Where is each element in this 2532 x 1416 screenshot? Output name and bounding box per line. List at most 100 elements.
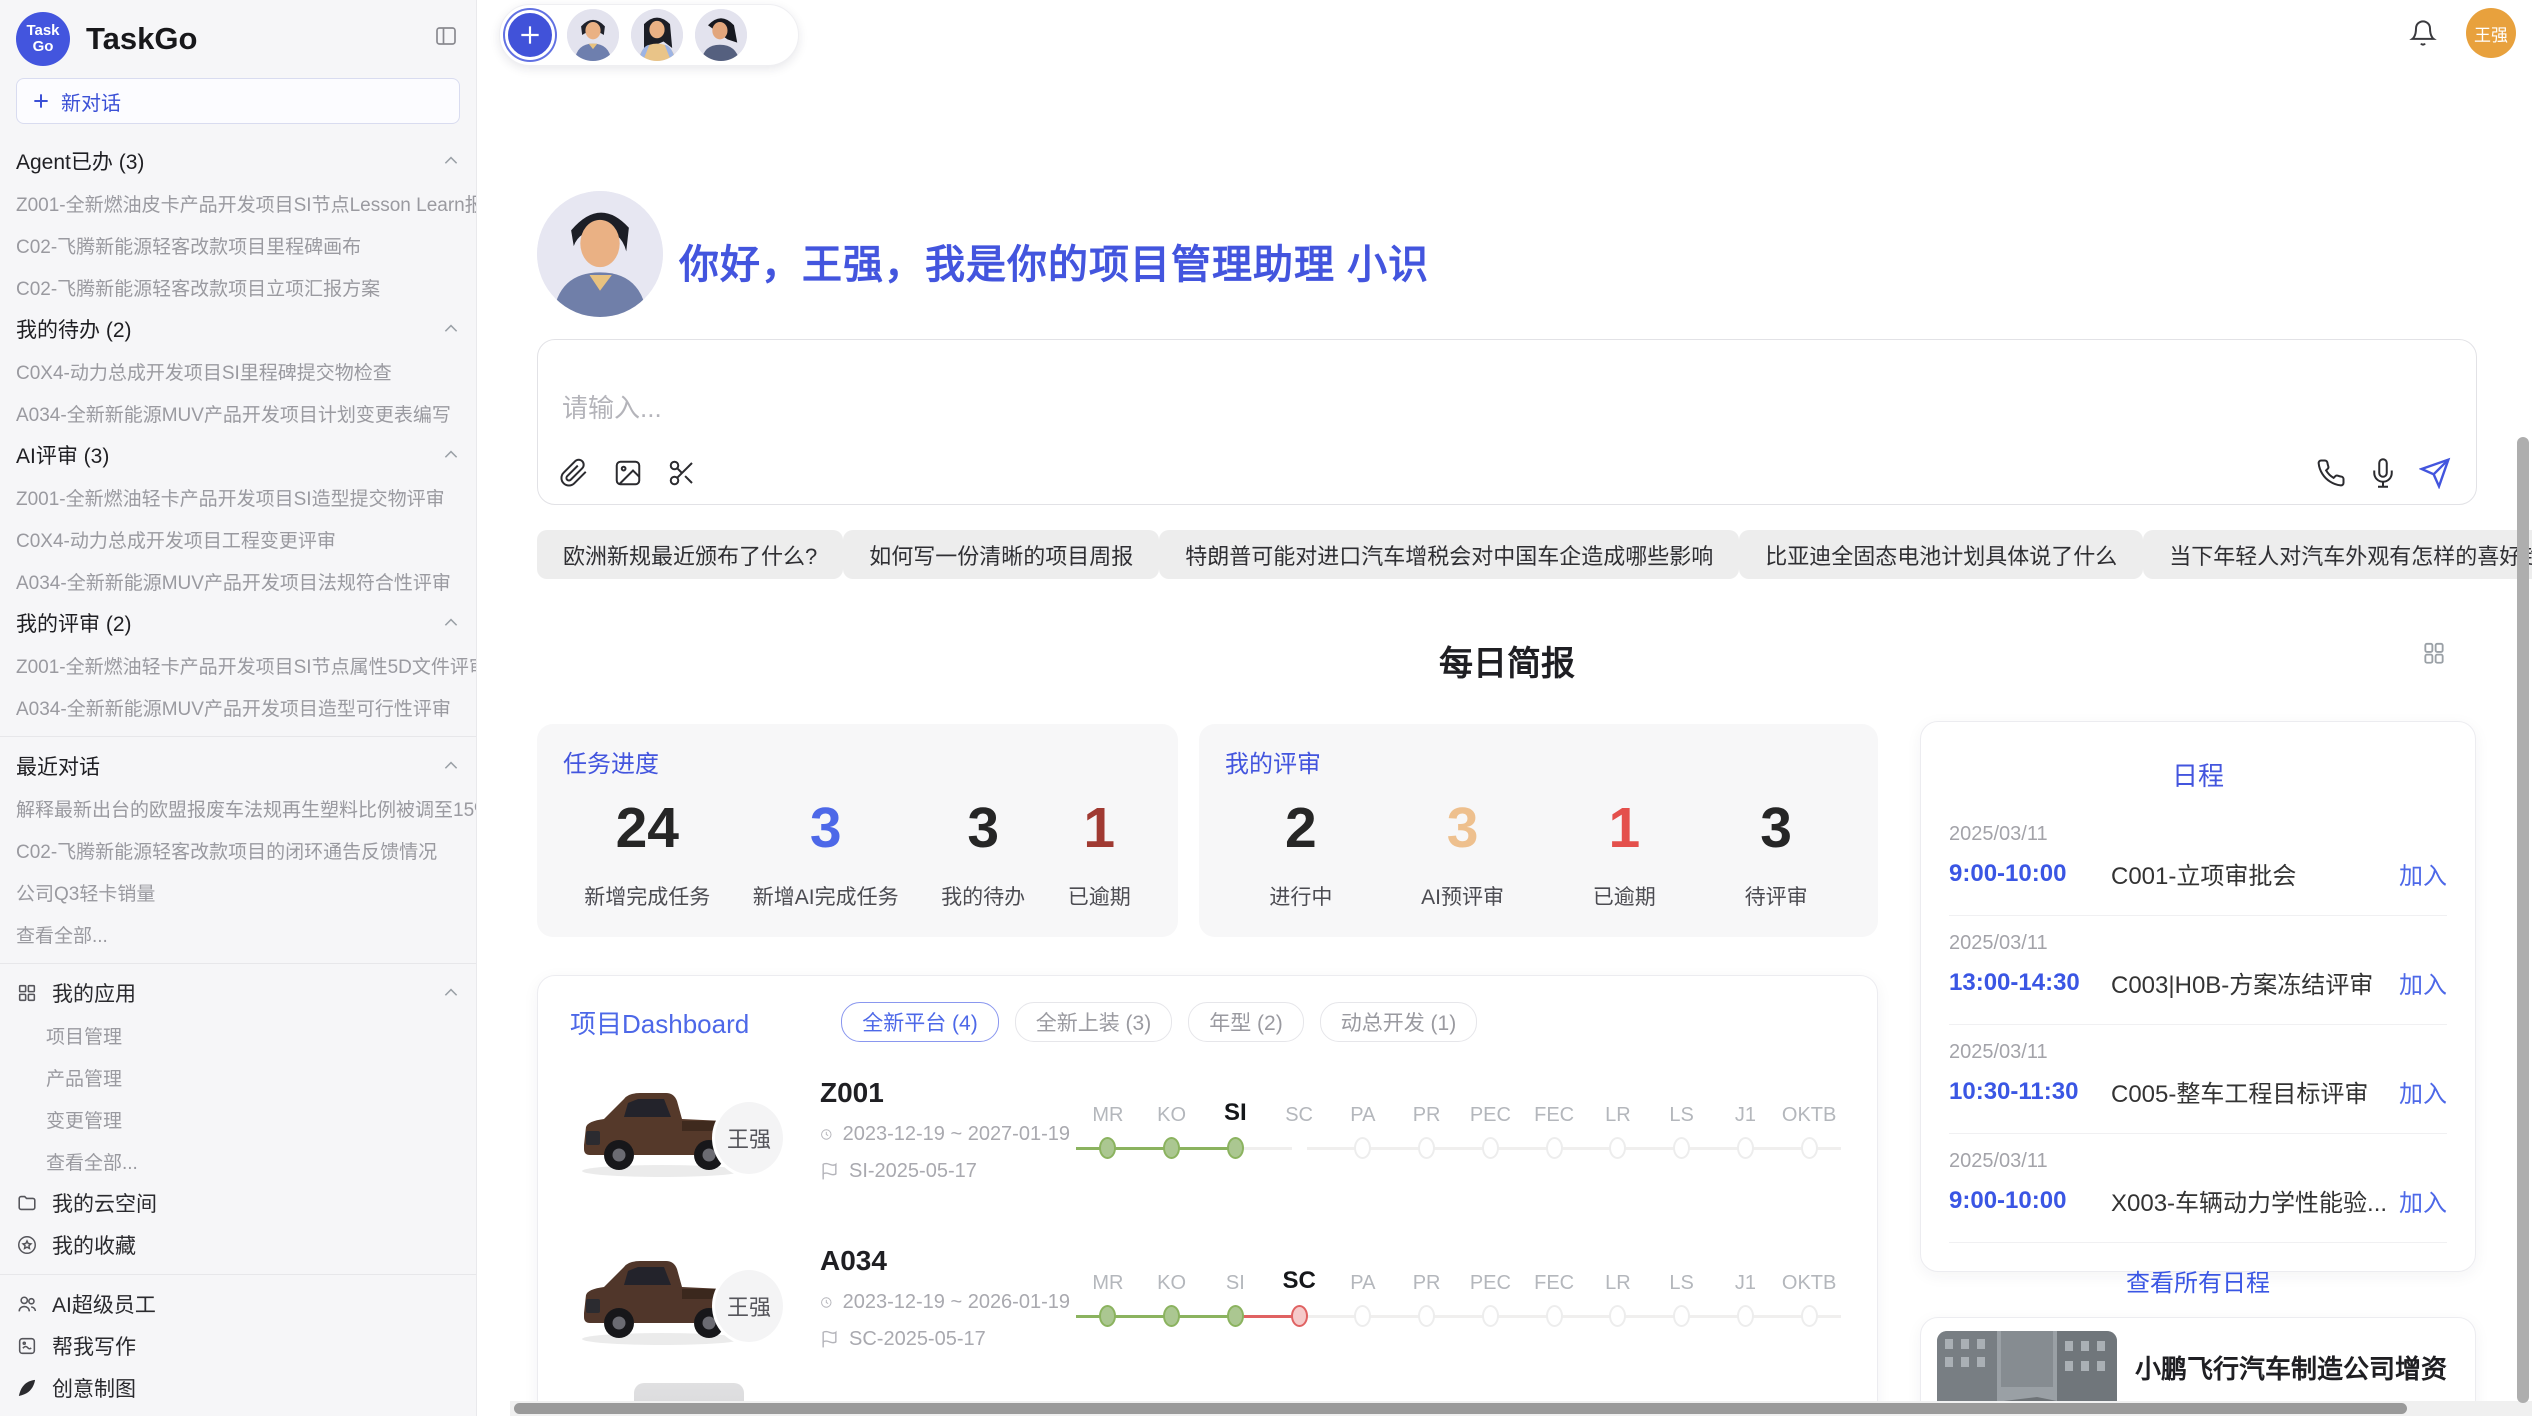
sidebar-item[interactable]: C0X4-动力总成开发项目SI里程碑提交物检查 bbox=[0, 350, 476, 392]
divider bbox=[0, 1274, 476, 1275]
milestone-j1: J1 bbox=[1714, 1095, 1778, 1165]
flag-icon bbox=[820, 1330, 839, 1349]
sidebar-item-my-apps[interactable]: 我的应用 bbox=[0, 972, 476, 1014]
send-icon[interactable] bbox=[2418, 456, 2452, 490]
project-row[interactable]: 王强 A034 2023-12-19 ~ 2026-01-19 SC-2025-… bbox=[570, 1218, 1845, 1378]
new-chat-button[interactable]: 新对话 bbox=[16, 78, 460, 124]
clock-icon bbox=[820, 1293, 833, 1312]
project-info: A034 2023-12-19 ~ 2026-01-19 SC-2025-05-… bbox=[820, 1245, 1070, 1351]
vertical-scrollbar[interactable] bbox=[2517, 437, 2529, 1403]
stat-new-completed: 24 新增完成任务 bbox=[584, 793, 710, 911]
section-header-my-review[interactable]: 我的评审 (2) bbox=[0, 602, 476, 644]
milestone-dot bbox=[1609, 1137, 1626, 1159]
milestone-dot bbox=[1737, 1137, 1754, 1159]
scissors-icon[interactable] bbox=[665, 456, 699, 490]
sidebar-item[interactable]: 公司Q3轻卡销量 bbox=[0, 871, 476, 913]
sidebar-item[interactable]: C02-飞腾新能源轻客改款项目立项汇报方案 bbox=[0, 266, 476, 308]
join-link[interactable]: 加入 bbox=[2399, 1183, 2447, 1218]
milestone-lr: LR bbox=[1586, 1263, 1650, 1333]
milestone-pr: PR bbox=[1395, 1095, 1459, 1165]
sidebar-item-help-me-write[interactable]: 帮我写作 bbox=[0, 1325, 476, 1367]
notification-bell-icon[interactable] bbox=[2406, 16, 2440, 50]
milestone-si: SI bbox=[1204, 1095, 1268, 1165]
sidebar-item[interactable]: A034-全新新能源MUV产品开发项目造型可行性评审 bbox=[0, 686, 476, 728]
milestone-pa: PA bbox=[1331, 1095, 1395, 1165]
sidebar-item[interactable]: Z001-全新燃油轻卡产品开发项目SI节点属性5D文件评审 bbox=[0, 644, 476, 686]
sidebar-item-view-all[interactable]: 查看全部... bbox=[0, 913, 476, 955]
microphone-icon[interactable] bbox=[2366, 456, 2400, 490]
suggestion-chip[interactable]: 欧洲新规最近颁布了什么? bbox=[537, 530, 843, 579]
milestone-dot bbox=[1418, 1137, 1435, 1159]
sidebar-item-creative-drawing[interactable]: 创意制图 bbox=[0, 1367, 476, 1409]
milestone-mr: MR bbox=[1076, 1263, 1140, 1333]
task-progress-card: 任务进度 24 新增完成任务 3 新增AI完成任务 3 我的待办 1 已逾期 bbox=[537, 724, 1178, 937]
filter-chip[interactable]: 全新上装 (3) bbox=[1015, 1002, 1173, 1042]
suggestion-chip[interactable]: 特朗普可能对进口汽车增税会对中国车企造成哪些影响 bbox=[1159, 530, 1739, 579]
app-title: TaskGo bbox=[86, 21, 197, 57]
suggestion-chip[interactable]: 比亚迪全固态电池计划具体说了什么 bbox=[1739, 530, 2143, 579]
milestone-ko: KO bbox=[1140, 1095, 1204, 1165]
project-row[interactable]: 王强 Z001 2023-12-19 ~ 2027-01-19 SI-2025-… bbox=[570, 1050, 1845, 1210]
sidebar-item[interactable]: A034-全新新能源MUV产品开发项目法规符合性评审 bbox=[0, 560, 476, 602]
sidebar-item-app[interactable]: 项目管理 bbox=[0, 1014, 476, 1056]
sidebar-item[interactable]: Z001-全新燃油皮卡产品开发项目SI节点Lesson Learn报告 bbox=[0, 182, 476, 224]
apps-grid-icon bbox=[16, 982, 38, 1004]
assistant-avatar[interactable] bbox=[567, 9, 619, 61]
section-header-agent-done[interactable]: Agent已办 (3) bbox=[0, 140, 476, 182]
section-header-my-todo[interactable]: 我的待办 (2) bbox=[0, 308, 476, 350]
attachment-paperclip-icon[interactable] bbox=[557, 456, 591, 490]
event-time: 10:30-11:30 bbox=[1949, 1078, 2111, 1106]
event-time: 13:00-14:30 bbox=[1949, 969, 2111, 997]
sidebar-item[interactable]: 解释最新出台的欧盟报废车法规再生塑料比例被调至15%... bbox=[0, 787, 476, 829]
suggestion-chip[interactable]: 如何写一份清晰的项目周报 bbox=[843, 530, 1159, 579]
sidebar-item-ai-super-staff[interactable]: AI超级员工 bbox=[0, 1283, 476, 1325]
user-avatar[interactable]: 王强 bbox=[2466, 8, 2516, 58]
filter-chip[interactable]: 动总开发 (1) bbox=[1320, 1002, 1478, 1042]
filter-chip[interactable]: 年型 (2) bbox=[1188, 1002, 1304, 1042]
schedule-event: 2025/03/11 13:00-14:30 C003|H0B-方案冻结评审 加… bbox=[1949, 915, 2447, 1024]
project-image: 王强 bbox=[570, 1055, 820, 1205]
chevron-up-icon bbox=[442, 984, 460, 1002]
project-code: Z001 bbox=[820, 1077, 1070, 1109]
section-header-ai-review[interactable]: AI评审 (3) bbox=[0, 434, 476, 476]
add-assistant-button[interactable] bbox=[505, 10, 555, 60]
sidebar-item[interactable]: Z001-全新燃油轻卡产品开发项目SI造型提交物评审 bbox=[0, 476, 476, 518]
sidebar-item[interactable]: C0X4-动力总成开发项目工程变更评审 bbox=[0, 518, 476, 560]
assistant-avatar[interactable] bbox=[695, 9, 747, 61]
insert-image-icon[interactable] bbox=[611, 456, 645, 490]
composer-attachments bbox=[557, 456, 699, 490]
sidebar-item-favorites[interactable]: 我的收藏 bbox=[0, 1224, 476, 1266]
stat-my-todo: 3 我的待办 bbox=[941, 793, 1025, 911]
milestone-dot bbox=[1737, 1305, 1754, 1327]
horizontal-scrollbar[interactable] bbox=[514, 1403, 2407, 1414]
sidebar-item-view-all-apps[interactable]: 查看全部... bbox=[0, 1140, 476, 1182]
join-link[interactable]: 加入 bbox=[2399, 965, 2447, 1000]
filter-chip[interactable]: 全新平台 (4) bbox=[841, 1002, 999, 1042]
sidebar-item-cloud-space[interactable]: 我的云空间 bbox=[0, 1182, 476, 1224]
sidebar-item[interactable]: C02-飞腾新能源轻客改款项目里程碑画布 bbox=[0, 224, 476, 266]
section-header-recent-chats[interactable]: 最近对话 bbox=[0, 745, 476, 787]
sidebar-item-app[interactable]: 产品管理 bbox=[0, 1056, 476, 1098]
milestone-ko: KO bbox=[1140, 1263, 1204, 1333]
join-link[interactable]: 加入 bbox=[2399, 856, 2447, 891]
dashboard-filters: 全新平台 (4) 全新上装 (3) 年型 (2) 动总开发 (1) bbox=[841, 1002, 1477, 1042]
sidebar-collapse-icon[interactable] bbox=[434, 24, 458, 48]
sidebar-item[interactable]: C02-飞腾新能源轻客改款项目的闭环通告反馈情况 bbox=[0, 829, 476, 871]
sidebar-item-app[interactable]: 变更管理 bbox=[0, 1098, 476, 1140]
milestone-sc: SC bbox=[1267, 1263, 1331, 1333]
suggestion-chip[interactable]: 当下年轻人对汽车外观有怎样的喜好趋势 bbox=[2143, 530, 2532, 579]
schedule-event: 2025/03/11 9:00-10:00 X003-车辆动力学性能验... 加… bbox=[1949, 1133, 2447, 1242]
assistant-avatar[interactable] bbox=[631, 9, 683, 61]
join-link[interactable]: 加入 bbox=[2399, 1074, 2447, 1109]
milestone-track: MRKOSISCPAPRPECFECLRLSJ1OKTB bbox=[1076, 1263, 1841, 1333]
milestone-dot bbox=[1354, 1305, 1371, 1327]
folder-icon bbox=[16, 1192, 38, 1214]
milestone-dot bbox=[1163, 1305, 1180, 1327]
project-image: 王强 bbox=[570, 1223, 820, 1373]
sidebar-item[interactable]: A034-全新新能源MUV产品开发项目计划变更表编写 bbox=[0, 392, 476, 434]
layout-grid-icon[interactable] bbox=[2421, 640, 2447, 666]
chat-input[interactable] bbox=[560, 392, 2064, 425]
voice-call-icon[interactable] bbox=[2314, 456, 2348, 490]
plus-icon bbox=[31, 91, 51, 111]
view-all-schedule-link[interactable]: 查看所有日程 bbox=[1949, 1242, 2447, 1298]
